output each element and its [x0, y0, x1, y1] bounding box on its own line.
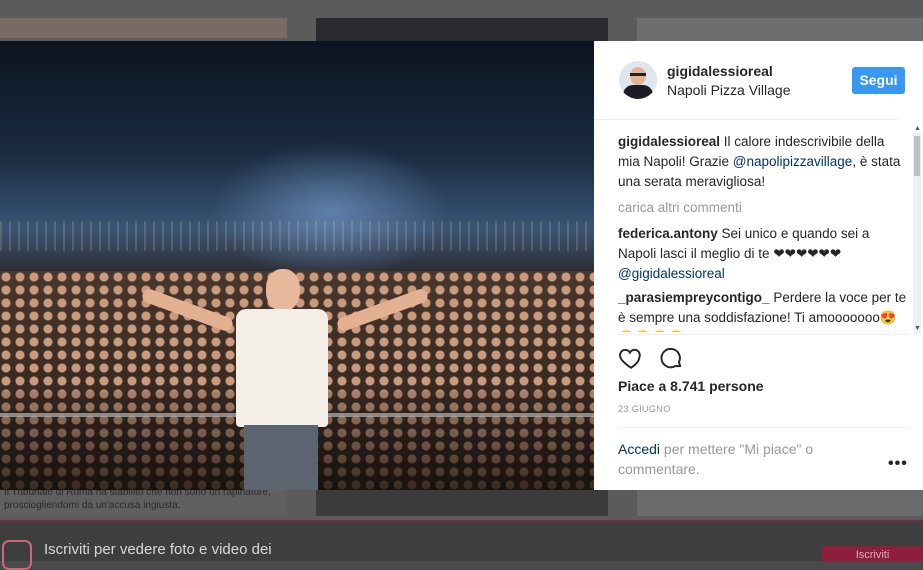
background-tile [316, 490, 608, 516]
singer-shirt [236, 309, 328, 427]
post-side-panel: gigidalessioreal Napoli Pizza Village Se… [594, 41, 923, 490]
singer [218, 269, 346, 490]
singer-head [266, 269, 300, 311]
divider [618, 427, 908, 428]
comment-mention[interactable]: @gigidalessioreal [618, 266, 725, 281]
instagram-logo-icon [2, 540, 32, 570]
heart-icon[interactable] [618, 345, 644, 371]
likes-count[interactable]: Piace a 8.741 persone [618, 378, 764, 394]
background-tile [0, 18, 287, 38]
post-date: 23 GIUGNO [618, 404, 671, 414]
singer-jeans [244, 425, 318, 490]
post-header: gigidalessioreal Napoli Pizza Village Se… [594, 41, 905, 120]
divider [618, 334, 908, 335]
comments-list: gigidalessioreal Il calore indescrivibil… [618, 132, 908, 332]
follow-button[interactable]: Segui [852, 67, 905, 94]
comments-scrollbar[interactable]: ▲ ▼ [913, 125, 921, 334]
more-options-icon[interactable]: ••• [888, 455, 908, 473]
scroll-up-arrow-icon[interactable]: ▲ [914, 125, 921, 132]
signup-text: Iscriviti per vedere foto e video dei [44, 541, 272, 558]
comment-bubble-icon[interactable] [658, 345, 684, 371]
load-more-comments[interactable]: carica altri commenti [618, 198, 908, 218]
login-link[interactable]: Accedi [618, 441, 660, 457]
login-prompt: Accedi per mettere "Mi piace" o commenta… [618, 439, 848, 479]
post-caption: gigidalessioreal Il calore indescrivibil… [618, 132, 908, 192]
avatar[interactable] [619, 61, 657, 99]
caption-mention[interactable]: @napolipizzavillage [733, 154, 853, 169]
background-tile [637, 18, 923, 42]
background-tile [637, 490, 923, 516]
signup-button[interactable]: Iscriviti [822, 546, 923, 562]
scrollbar-thumb[interactable] [914, 136, 920, 176]
background-tile [316, 18, 608, 42]
caption-username[interactable]: gigidalessioreal [618, 134, 720, 149]
city-lights [0, 221, 594, 251]
comment-username[interactable]: federica.antony [618, 226, 718, 241]
comment-item: federica.antony Sei unico e quando sei a… [618, 224, 908, 284]
stage-smoke [210, 141, 450, 281]
comment-item: _parasiempreycontigo_ Perdere la voce pe… [618, 288, 908, 332]
comment-username[interactable]: _parasiempreycontigo_ [618, 290, 770, 305]
scroll-down-arrow-icon[interactable]: ▼ [914, 325, 921, 332]
post-location[interactable]: Napoli Pizza Village [667, 82, 790, 98]
post-username[interactable]: gigidalessioreal [667, 63, 773, 79]
post-photo[interactable] [0, 41, 594, 490]
